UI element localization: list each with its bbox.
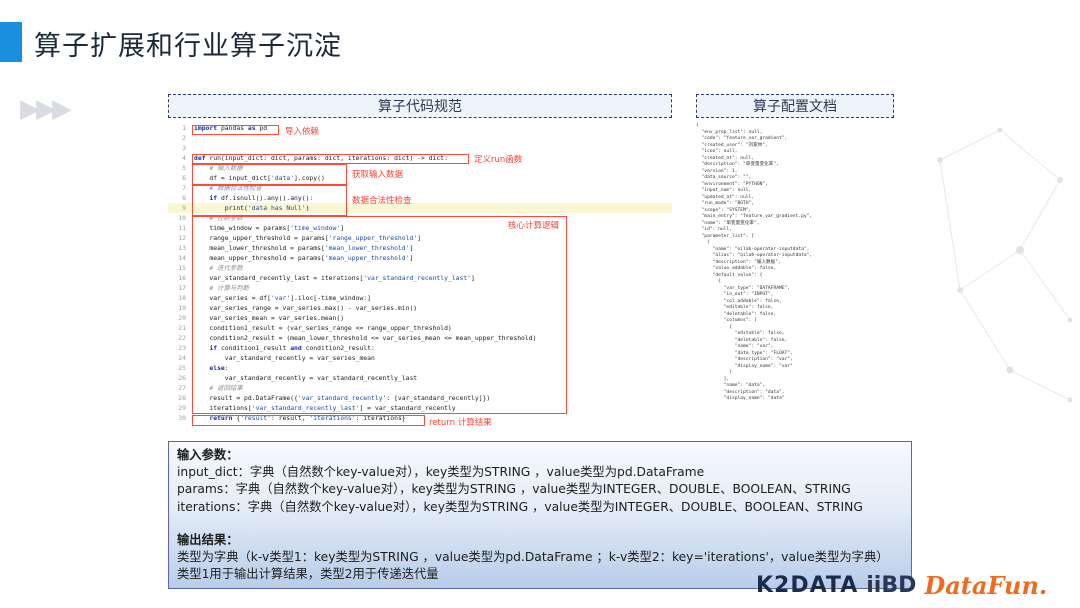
line-number: 29 xyxy=(178,404,186,412)
line-number: 4 xyxy=(182,154,186,162)
input-param-line: iterations：字典（自然数个key-value对），key类型为STRI… xyxy=(177,499,863,514)
logo-group: K2DATA iiBD DataFun. xyxy=(756,566,1047,604)
line-number: 10 xyxy=(178,214,186,222)
line-number: 2 xyxy=(182,134,186,142)
chevron-arrows-icon: ▶▶▶ xyxy=(20,94,72,124)
line-number: 27 xyxy=(178,384,186,392)
line-number: 16 xyxy=(178,274,186,282)
annotation-box-check xyxy=(192,185,347,216)
iibd-logo: iiBD xyxy=(866,572,917,598)
line-number: 7 xyxy=(182,184,186,192)
annotation-check: 数据合法性检查 xyxy=(352,196,412,206)
line-number: 17 xyxy=(178,284,186,292)
line-number: 12 xyxy=(178,234,186,242)
annotation-box-input xyxy=(192,164,347,185)
slide-title: 算子扩展和行业算子沉淀 xyxy=(34,31,342,62)
config-line: "display_name": "data" xyxy=(696,396,785,401)
line-number: 20 xyxy=(178,314,186,322)
line-number: 25 xyxy=(178,364,186,372)
config-json-panel: { "env_prop_list": null, "code": "featur… xyxy=(696,123,896,431)
title-accent-bar xyxy=(0,22,22,62)
input-param-line: params：字典（自然数个key-value对），key类型为STRING ，… xyxy=(177,482,851,497)
output-heading: 输出结果： xyxy=(177,532,239,547)
annotation-return: return 计算结果 xyxy=(429,418,492,428)
config-doc-header: 算子配置文档 xyxy=(696,94,894,118)
line-number: 26 xyxy=(178,374,186,382)
line-number: 11 xyxy=(178,224,186,232)
input-params-heading: 输入参数： xyxy=(177,448,239,462)
annotation-box-def xyxy=(192,154,469,164)
code-panel: 1 import pandas as pd 2 3 4 def run(input_dic… xyxy=(168,123,672,428)
code-spec-header: 算子代码规范 xyxy=(168,94,672,118)
output-line: 类型为字典（k-v类型1：key类型为STRING ，value类型为pd.Da… xyxy=(177,550,889,565)
line-number: 23 xyxy=(178,344,186,352)
line-number: 5 xyxy=(182,164,186,172)
line-number: 9 xyxy=(182,204,186,212)
line-number: 15 xyxy=(178,264,186,272)
line-number: 19 xyxy=(178,304,186,312)
line-number: 18 xyxy=(178,294,186,302)
annotation-def: 定义run函数 xyxy=(474,155,523,165)
annotation-core: 核心计算逻辑 xyxy=(508,221,560,231)
datafun-logo: DataFun. xyxy=(924,570,1048,600)
line-number: 14 xyxy=(178,254,186,262)
annotation-import: 导入依赖 xyxy=(285,127,320,137)
line-number: 8 xyxy=(182,194,186,202)
network-decoration-icon xyxy=(937,127,1073,403)
line-number: 22 xyxy=(178,334,186,342)
annotation-box-import xyxy=(192,125,279,135)
line-number: 13 xyxy=(178,244,186,252)
line-number: 24 xyxy=(178,354,186,362)
line-number: 6 xyxy=(182,174,186,182)
annotation-input: 获取输入数据 xyxy=(352,170,404,180)
json-lines: { "env_prop_list": null, "code": "featur… xyxy=(696,123,896,403)
k2data-logo: K2DATA xyxy=(756,572,859,598)
line-number: 30 xyxy=(178,414,186,422)
input-param-line: input_dict：字典（自然数个key-value对），key类型为STRI… xyxy=(177,465,705,480)
line-number: 21 xyxy=(178,324,186,332)
code-line: 3 xyxy=(168,143,672,153)
line-number: 1 xyxy=(182,124,186,132)
annotation-box-return xyxy=(192,415,425,426)
line-number: 28 xyxy=(178,394,186,402)
annotation-box-core xyxy=(192,216,567,414)
line-number: 3 xyxy=(182,144,186,152)
